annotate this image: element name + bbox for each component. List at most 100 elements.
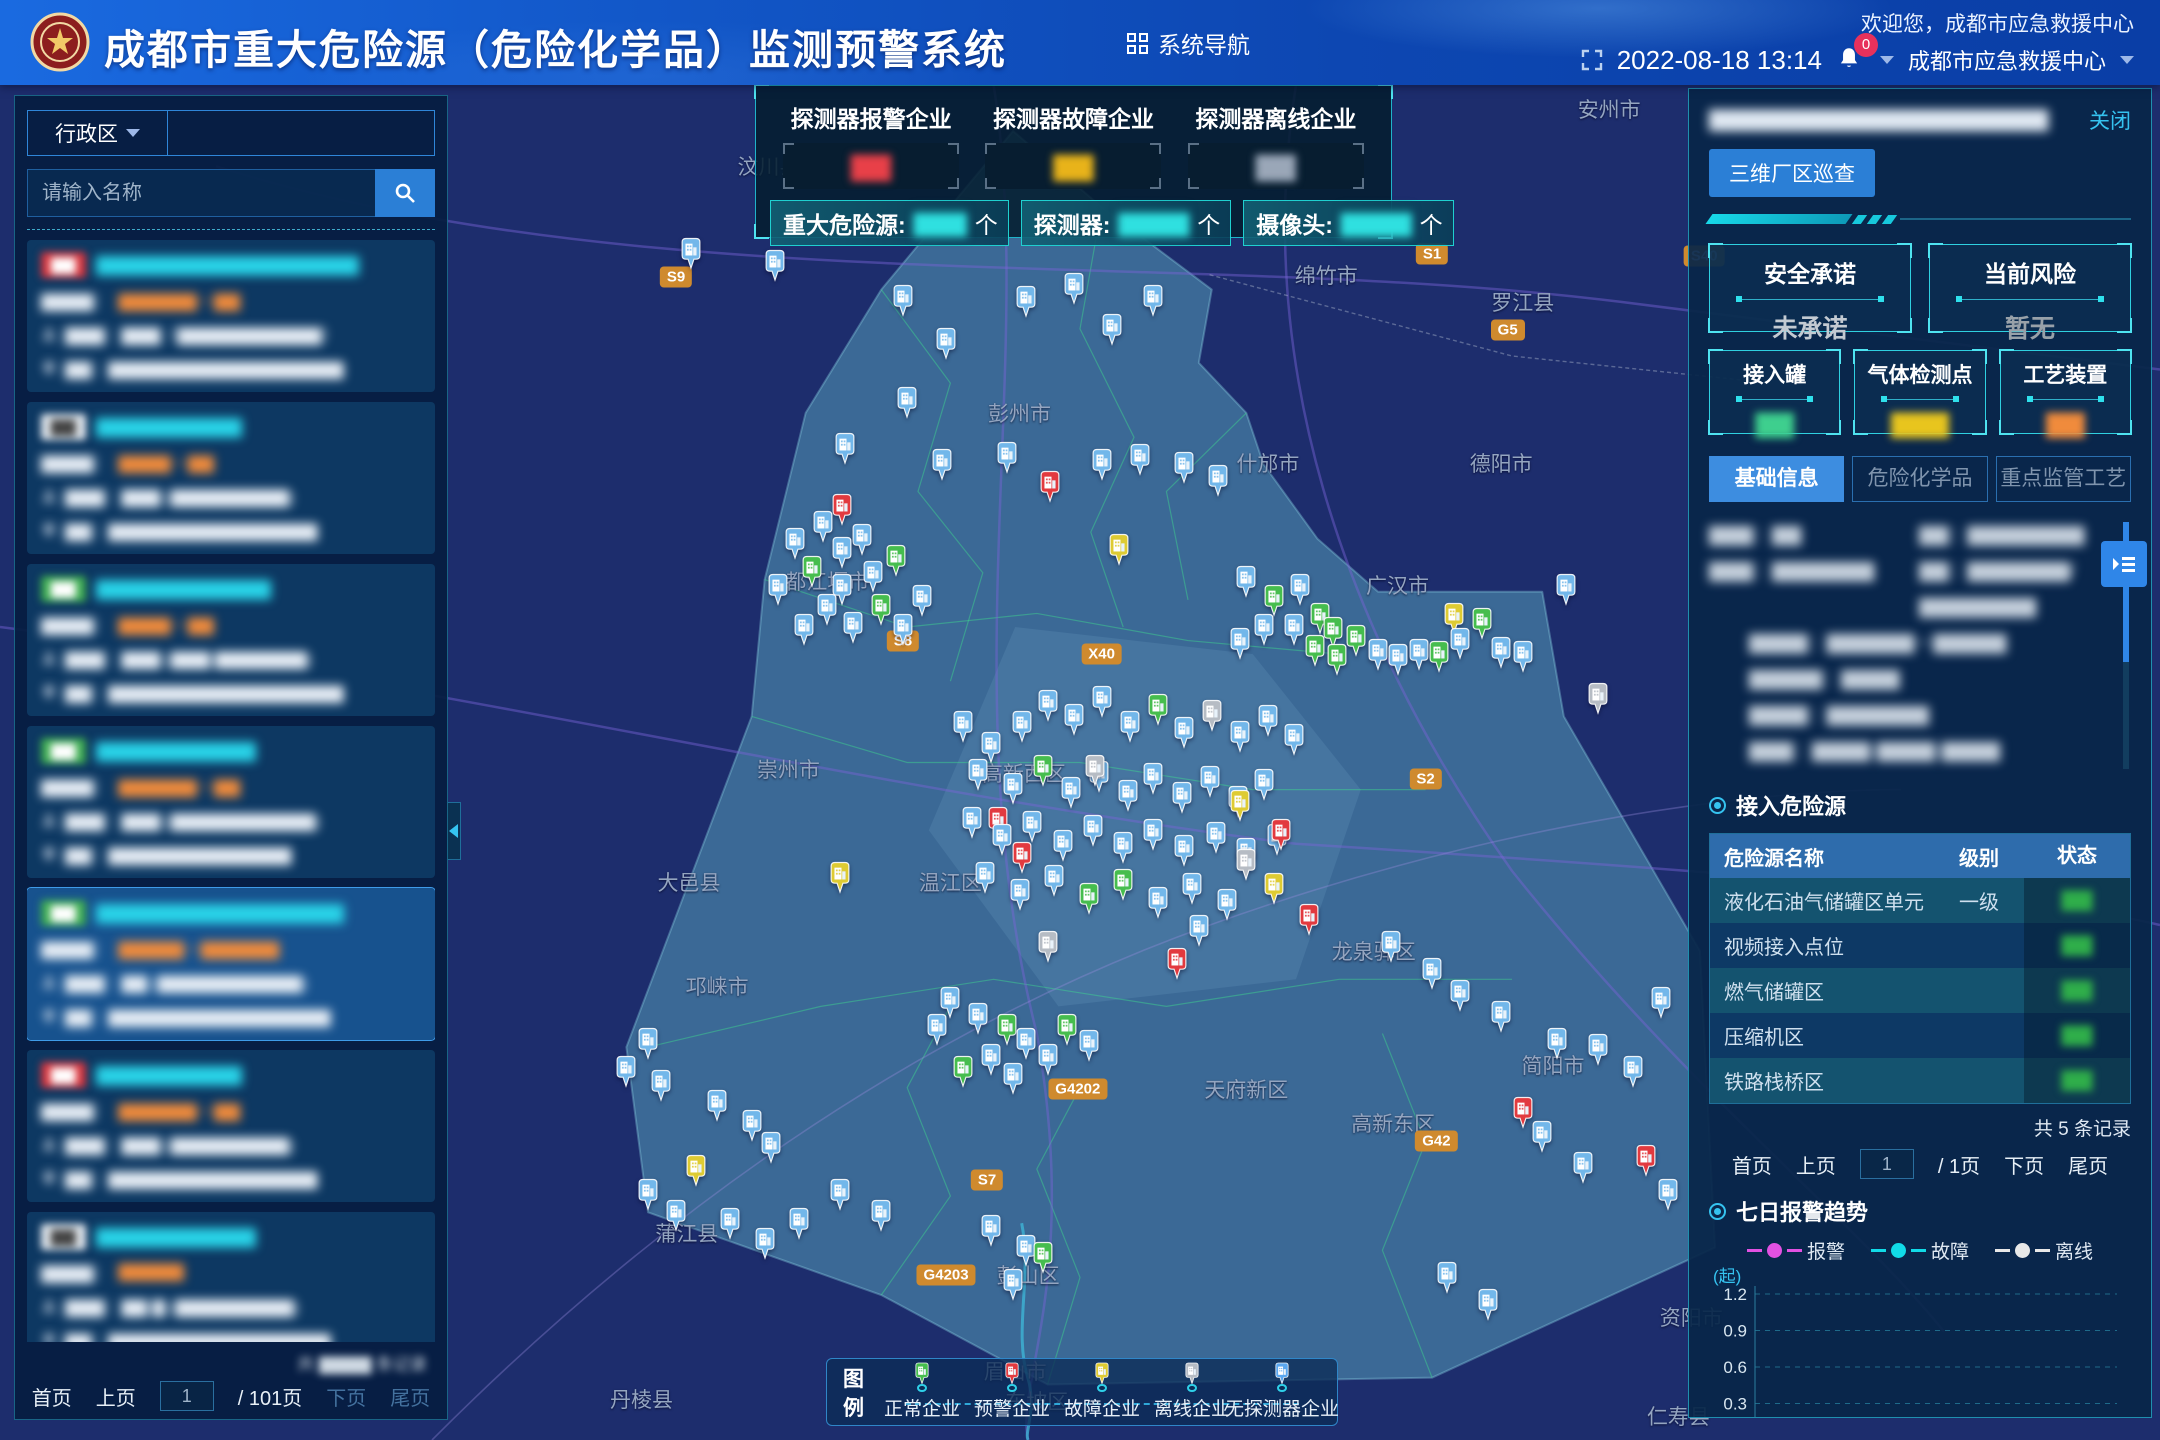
map-marker[interactable] bbox=[829, 536, 856, 570]
map-marker[interactable] bbox=[1261, 872, 1288, 906]
map-marker[interactable] bbox=[1006, 878, 1033, 912]
map-marker[interactable] bbox=[928, 448, 955, 482]
pagination-last[interactable]: 尾页 bbox=[390, 1382, 430, 1411]
notification-bell[interactable]: 0 bbox=[1836, 45, 1866, 75]
page-input[interactable] bbox=[160, 1381, 214, 1411]
company-card[interactable]: ▇▇ ▇▇▇▇▇▇▇▇▇▇▇ ▇▇▇▇：▇▇▇▇▇ ▇▇▇：▇▇ ▇ (▇▇▇▇… bbox=[27, 1212, 435, 1342]
map-marker[interactable] bbox=[635, 1178, 662, 1212]
map-marker[interactable] bbox=[1144, 693, 1171, 727]
map-marker[interactable] bbox=[1127, 443, 1154, 477]
fullscreen-icon[interactable] bbox=[1581, 49, 1603, 71]
map-marker[interactable] bbox=[751, 1227, 778, 1261]
map-marker[interactable] bbox=[1544, 1027, 1571, 1061]
map-marker[interactable] bbox=[678, 237, 705, 271]
map-marker[interactable] bbox=[1324, 643, 1351, 677]
pagination-next[interactable]: 下页 bbox=[2004, 1150, 2044, 1179]
system-nav-menu[interactable]: 系统导航 bbox=[1127, 26, 1250, 60]
map-marker[interactable] bbox=[717, 1207, 744, 1241]
map-marker[interactable] bbox=[1075, 882, 1102, 916]
map-marker[interactable] bbox=[1088, 448, 1115, 482]
map-marker[interactable] bbox=[1226, 789, 1253, 823]
chevron-down-icon[interactable] bbox=[1880, 56, 1894, 64]
map-marker[interactable] bbox=[1000, 772, 1027, 806]
map-marker[interactable] bbox=[1254, 704, 1281, 738]
search-input[interactable] bbox=[27, 169, 375, 217]
map-marker[interactable] bbox=[1060, 703, 1087, 737]
map-marker[interactable] bbox=[1013, 285, 1040, 319]
map-marker[interactable] bbox=[1164, 947, 1191, 981]
map-marker[interactable] bbox=[1203, 821, 1230, 855]
map-marker[interactable] bbox=[1036, 470, 1063, 504]
table-row[interactable]: 液化石油气储罐区单元 一级 ▇▇ bbox=[1710, 878, 2130, 923]
sidebar-collapse-handle[interactable] bbox=[446, 802, 461, 860]
map-marker[interactable] bbox=[1000, 1268, 1027, 1302]
map-marker[interactable] bbox=[1226, 720, 1253, 754]
map-marker[interactable] bbox=[1144, 886, 1171, 920]
map-marker[interactable] bbox=[1233, 565, 1260, 599]
map-marker[interactable] bbox=[827, 861, 854, 895]
map-marker[interactable] bbox=[1205, 464, 1232, 498]
map-marker[interactable] bbox=[1114, 779, 1141, 813]
map-marker[interactable] bbox=[993, 441, 1020, 475]
map-marker[interactable] bbox=[1034, 689, 1061, 723]
map-marker[interactable] bbox=[704, 1089, 731, 1123]
map-marker[interactable] bbox=[1434, 1261, 1461, 1295]
map-marker[interactable] bbox=[924, 1013, 951, 1047]
map-marker[interactable] bbox=[831, 432, 858, 466]
map-marker[interactable] bbox=[1250, 613, 1277, 647]
user-menu[interactable]: 成都市应急救援中心 bbox=[1908, 44, 2106, 76]
map-marker[interactable] bbox=[883, 544, 910, 578]
map-marker[interactable] bbox=[1648, 986, 1675, 1020]
map-marker[interactable] bbox=[1079, 814, 1106, 848]
map-marker[interactable] bbox=[1185, 914, 1212, 948]
map-marker[interactable] bbox=[1570, 1151, 1597, 1185]
map-marker[interactable] bbox=[1140, 284, 1167, 318]
map-marker[interactable] bbox=[1280, 723, 1307, 757]
map-marker[interactable] bbox=[1226, 627, 1253, 661]
map-marker[interactable] bbox=[1034, 1043, 1061, 1077]
map-marker[interactable] bbox=[1030, 754, 1057, 788]
map-marker[interactable] bbox=[1140, 818, 1167, 852]
map-marker[interactable] bbox=[859, 560, 886, 594]
map-marker[interactable] bbox=[1034, 930, 1061, 964]
map-marker[interactable] bbox=[1447, 979, 1474, 1013]
map-marker[interactable] bbox=[1170, 834, 1197, 868]
map-marker[interactable] bbox=[1116, 710, 1143, 744]
map-marker[interactable] bbox=[971, 861, 998, 895]
company-card[interactable]: ▇▇ ▇▇▇▇▇▇▇▇▇▇▇▇▇▇▇▇▇ ▇▇▇▇：▇▇▇▇▇－▇▇▇▇▇▇ ▇… bbox=[27, 888, 435, 1040]
company-card[interactable]: ▇▇ ▇▇▇▇▇▇▇▇▇▇ ▇▇▇▇：▇▇▇▇▇▇－▇▇ ▇▇▇：▇▇▇ (▇▇… bbox=[27, 1050, 435, 1202]
company-card[interactable]: ▇▇ ▇▇▇▇▇▇▇▇▇▇▇ ▇▇▇▇：▇▇▇▇▇▇－▇▇ ▇▇▇：▇▇▇ (▇… bbox=[27, 726, 435, 878]
map-marker[interactable] bbox=[1041, 864, 1068, 898]
map-marker[interactable] bbox=[814, 593, 841, 627]
map-marker[interactable] bbox=[1384, 643, 1411, 677]
map-marker[interactable] bbox=[682, 1154, 709, 1188]
map-marker[interactable] bbox=[1058, 776, 1085, 810]
map-marker[interactable] bbox=[1168, 781, 1195, 815]
map-marker[interactable] bbox=[1105, 533, 1132, 567]
pagination-first[interactable]: 首页 bbox=[1732, 1150, 1772, 1179]
page-input[interactable] bbox=[1860, 1149, 1914, 1179]
map-marker[interactable] bbox=[1000, 1062, 1027, 1096]
map-marker[interactable] bbox=[1654, 1178, 1681, 1212]
map-marker[interactable] bbox=[647, 1069, 674, 1103]
map-marker[interactable] bbox=[1110, 831, 1137, 865]
map-marker[interactable] bbox=[889, 284, 916, 318]
region-dropdown[interactable]: 行政区 bbox=[28, 111, 168, 155]
map-marker[interactable] bbox=[950, 710, 977, 744]
tab-危险化学品[interactable]: 危险化学品 bbox=[1852, 456, 1987, 502]
map-marker[interactable] bbox=[790, 613, 817, 647]
map-marker[interactable] bbox=[1632, 1144, 1659, 1178]
map-marker[interactable] bbox=[762, 249, 789, 283]
map-marker[interactable] bbox=[1425, 640, 1452, 674]
map-marker[interactable] bbox=[1075, 1029, 1102, 1063]
map-marker[interactable] bbox=[764, 573, 791, 607]
tab-基础信息[interactable]: 基础信息 bbox=[1709, 456, 1844, 502]
3d-plant-patrol-button[interactable]: 三维厂区巡查 bbox=[1709, 149, 1875, 197]
map-marker[interactable] bbox=[1378, 930, 1405, 964]
map-marker[interactable] bbox=[1008, 841, 1035, 875]
pagination-prev[interactable]: 上页 bbox=[1796, 1150, 1836, 1179]
map-marker[interactable] bbox=[1267, 818, 1294, 852]
map-marker[interactable] bbox=[1619, 1055, 1646, 1089]
map-marker[interactable] bbox=[889, 613, 916, 647]
map-marker[interactable] bbox=[1008, 710, 1035, 744]
